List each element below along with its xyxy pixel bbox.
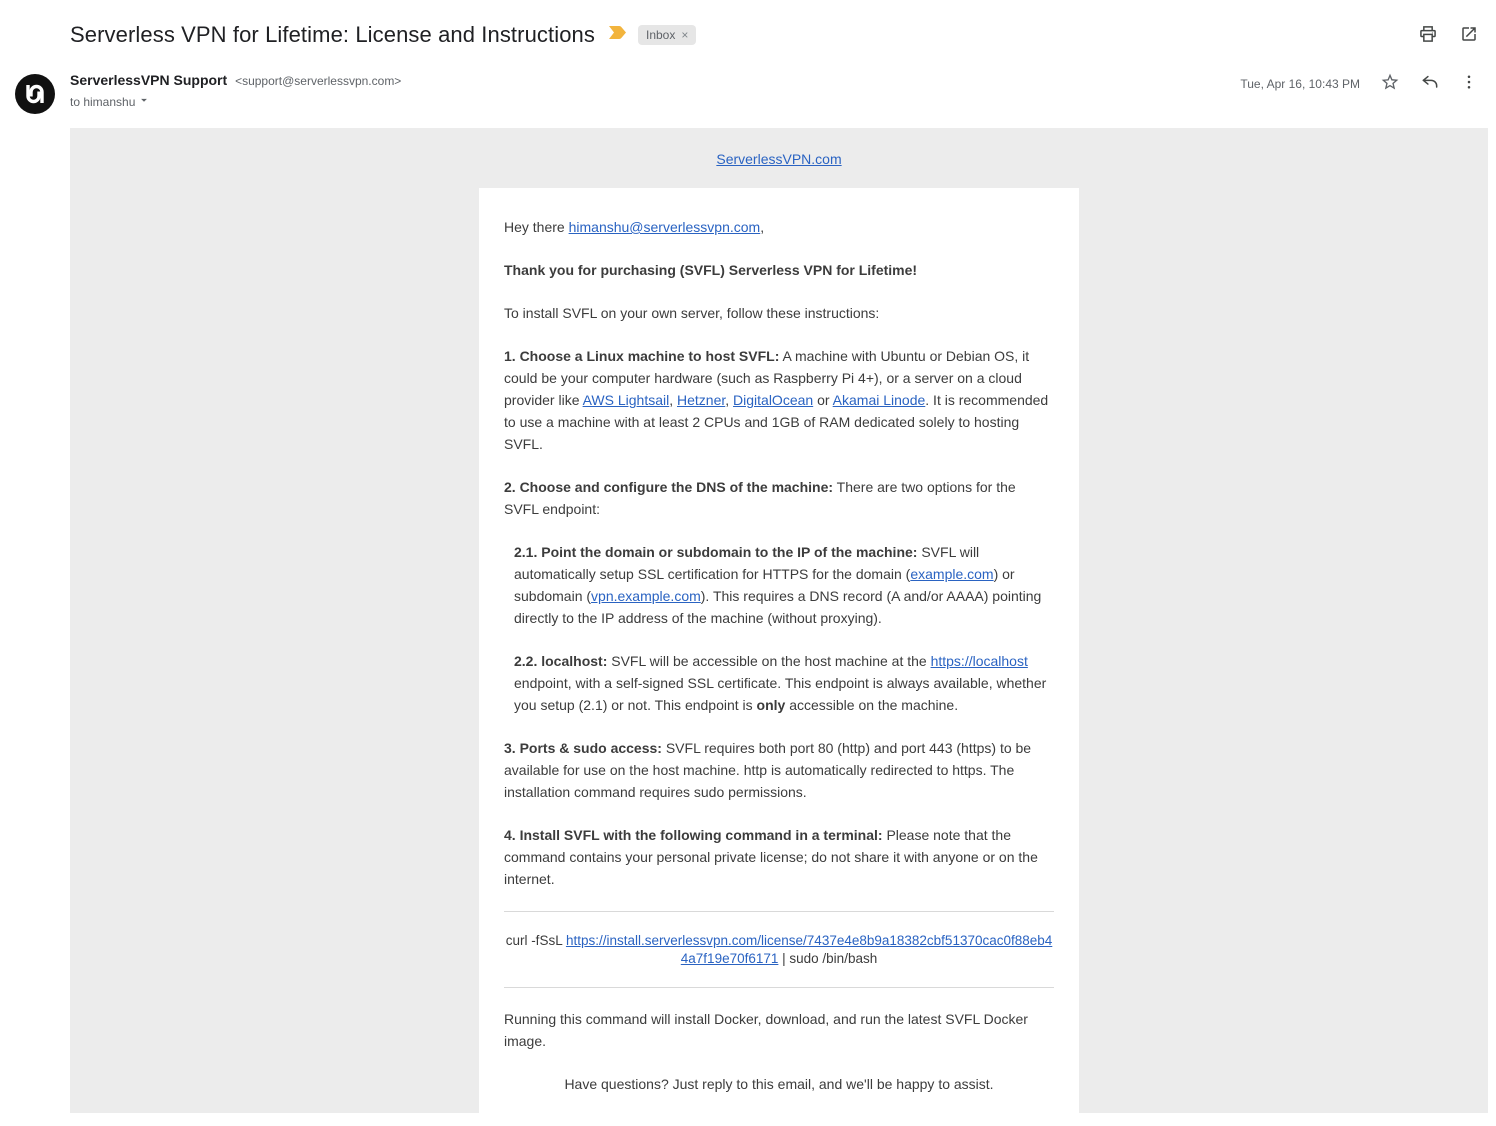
message-header: Serverless VPN for Lifetime: License and… — [0, 0, 1496, 128]
step-3-heading: 3. Ports & sudo access: — [504, 740, 662, 756]
inbox-label-text: Inbox — [646, 27, 675, 43]
install-command: curl -fSsL https://install.serverlessvpn… — [504, 932, 1054, 967]
importance-marker-icon — [609, 26, 626, 44]
hetzner-link[interactable]: Hetzner — [677, 392, 725, 408]
subject-row: Serverless VPN for Lifetime: License and… — [70, 20, 1484, 50]
gmail-message-view: Serverless VPN for Lifetime: License and… — [0, 0, 1496, 1126]
digitalocean-link[interactable]: DigitalOcean — [733, 392, 813, 408]
star-button[interactable] — [1380, 72, 1400, 95]
step-4-heading: 4. Install SVFL with the following comma… — [504, 827, 883, 843]
sender-address: <support@serverlessvpn.com> — [235, 74, 401, 88]
command-prefix: curl -fSsL — [506, 933, 566, 948]
step-2: 2. Choose and configure the DNS of the m… — [504, 476, 1054, 520]
recipient-email-link[interactable]: himanshu@serverlessvpn.com — [569, 219, 761, 235]
step-2-2: 2.2. localhost: SVFL will be accessible … — [514, 650, 1054, 716]
open-in-new-window-button[interactable] — [1460, 25, 1478, 46]
greeting-suffix: , — [760, 219, 764, 235]
step-2-1: 2.1. Point the domain or subdomain to th… — [514, 541, 1054, 629]
step-4: 4. Install SVFL with the following comma… — [504, 824, 1054, 890]
header-actions — [1418, 24, 1484, 47]
greeting-line: Hey there himanshu@serverlessvpn.com, — [504, 216, 1054, 238]
sender-name: ServerlessVPN Support — [70, 72, 227, 88]
step-1: 1. Choose a Linux machine to host SVFL: … — [504, 345, 1054, 455]
command-suffix: | sudo /bin/bash — [778, 951, 877, 966]
step-1-text: or — [813, 392, 832, 408]
email-body: ServerlessVPN.com Hey there himanshu@ser… — [70, 128, 1488, 1113]
sender-info: ServerlessVPN Support <support@serverles… — [70, 72, 401, 112]
sender-line: ServerlessVPN Support <support@serverles… — [70, 72, 401, 90]
step-2-2-text: SVFL will be accessible on the host mach… — [607, 653, 930, 669]
divider — [504, 911, 1054, 912]
open-in-new-icon — [1460, 25, 1478, 46]
sender-row: ServerlessVPN Support <support@serverles… — [70, 72, 1484, 112]
divider — [504, 987, 1054, 988]
step-2-heading: 2. Choose and configure the DNS of the m… — [504, 479, 833, 495]
greeting-text: Hey there — [504, 219, 569, 235]
intro-line: To install SVFL on your own server, foll… — [504, 302, 1054, 324]
inbox-label-chip[interactable]: Inbox × — [638, 25, 696, 45]
chevron-down-icon — [137, 93, 151, 112]
message-date: Tue, Apr 16, 10:43 PM — [1240, 77, 1360, 91]
reply-button[interactable] — [1420, 72, 1440, 95]
star-icon — [1380, 72, 1400, 95]
help-line: Have questions? Just reply to this email… — [504, 1073, 1054, 1095]
step-2-2-text: accessible on the machine. — [785, 697, 958, 713]
vpn-subdomain-link[interactable]: vpn.example.com — [591, 588, 701, 604]
aws-lightsail-link[interactable]: AWS Lightsail — [583, 392, 670, 408]
page-title: Serverless VPN for Lifetime: License and… — [70, 20, 595, 50]
more-options-button[interactable] — [1460, 73, 1478, 94]
example-domain-link[interactable]: example.com — [910, 566, 993, 582]
recipient-text: to himanshu — [70, 94, 135, 111]
email-content-card: Hey there himanshu@serverlessvpn.com, Th… — [479, 188, 1079, 1113]
step-1-heading: 1. Choose a Linux machine to host SVFL: — [504, 348, 779, 364]
email-banner: ServerlessVPN.com — [70, 150, 1488, 168]
recipient-details-toggle[interactable]: to himanshu — [70, 93, 401, 112]
step-1-text: , — [725, 392, 733, 408]
thank-you-line: Thank you for purchasing (SVFL) Serverle… — [504, 259, 1054, 281]
docker-note: Running this command will install Docker… — [504, 1008, 1054, 1052]
serverlessvpn-home-link[interactable]: ServerlessVPN.com — [716, 151, 841, 167]
avatar[interactable] — [15, 74, 55, 114]
step-2-2-heading: 2.2. localhost: — [514, 653, 607, 669]
akamai-linode-link[interactable]: Akamai Linode — [833, 392, 926, 408]
reply-icon — [1420, 72, 1440, 95]
message-meta: Tue, Apr 16, 10:43 PM — [1240, 72, 1484, 95]
label-close-icon[interactable]: × — [681, 27, 688, 43]
localhost-link[interactable]: https://localhost — [931, 653, 1028, 669]
step-2-2-emphasis: only — [757, 697, 786, 713]
step-3: 3. Ports & sudo access: SVFL requires bo… — [504, 737, 1054, 803]
print-button[interactable] — [1418, 24, 1438, 47]
step-1-text: , — [669, 392, 677, 408]
more-vert-icon — [1460, 73, 1478, 94]
printer-icon — [1418, 24, 1438, 47]
step-2-1-heading: 2.1. Point the domain or subdomain to th… — [514, 544, 917, 560]
